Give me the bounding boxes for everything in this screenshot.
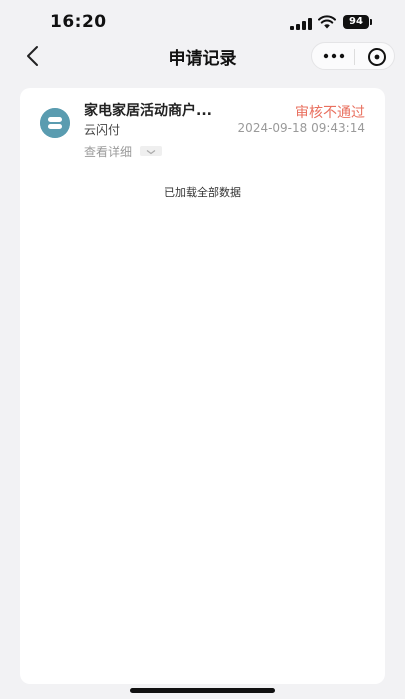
expand-toggle[interactable]: [140, 146, 163, 156]
record-timestamp: 2024-09-18 09:43:14: [237, 121, 365, 135]
list-end-text: 已加载全部数据: [164, 186, 241, 199]
home-indicator[interactable]: [130, 688, 275, 693]
nav-bar: 申请记录: [0, 40, 405, 72]
view-details-label: 查看详细: [84, 144, 133, 159]
circle-close-icon[interactable]: [367, 47, 387, 67]
more-dots-icon[interactable]: [322, 49, 346, 63]
battery-level: 94: [349, 16, 363, 27]
record-list-card: 家电家居活动商户... 审核不通过 云闪付 2024-09-18 09:43:1…: [20, 88, 385, 684]
record-title: 家电家居活动商户...: [84, 103, 212, 119]
wifi-icon: [318, 15, 336, 29]
view-details-button[interactable]: 查看详细: [84, 143, 163, 159]
status-bar: 16:20 94: [0, 0, 405, 40]
status-time: 16:20: [50, 12, 107, 32]
mini-program-capsule: [311, 42, 395, 70]
cellular-signal-icon: [290, 18, 312, 30]
chevron-down-icon: [146, 150, 156, 155]
unionpay-app-icon: [40, 108, 70, 138]
status-badge: 审核不通过: [295, 105, 365, 121]
record-source: 云闪付: [84, 123, 121, 137]
battery-icon: 94: [343, 15, 372, 29]
capsule-divider: [354, 49, 355, 65]
